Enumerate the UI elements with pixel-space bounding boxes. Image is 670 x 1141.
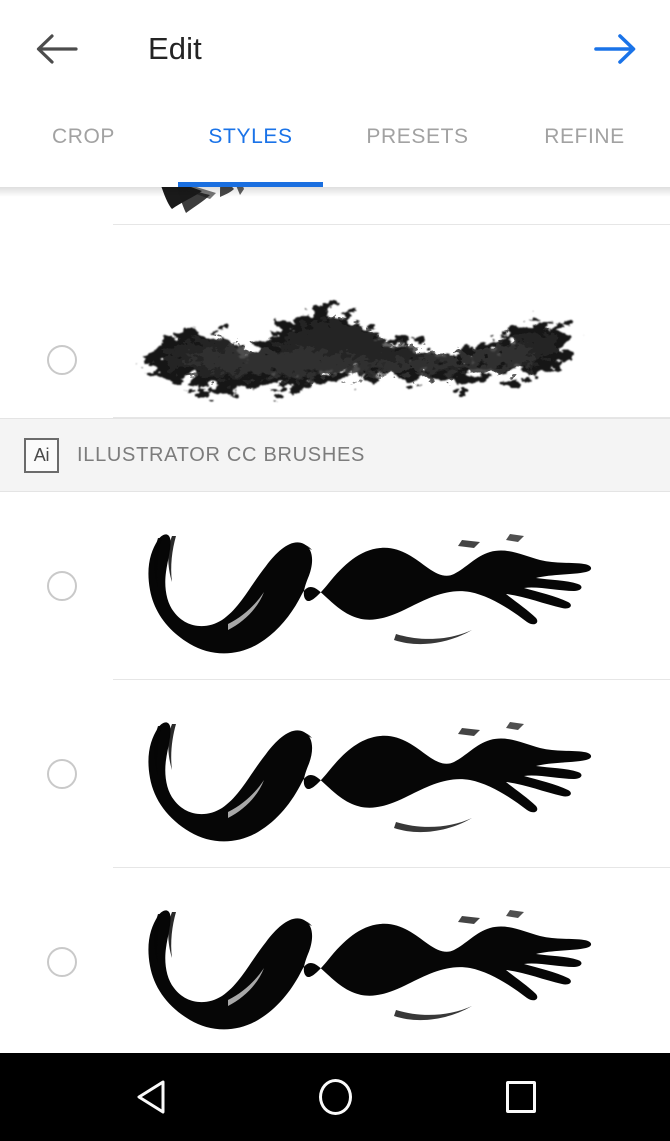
tab-bar: CROP STYLES PRESETS REFINE (0, 97, 670, 187)
list-item[interactable] (0, 187, 670, 225)
nav-recents-button[interactable] (436, 1053, 606, 1141)
back-triangle-icon (137, 1080, 165, 1114)
arrow-right-icon (594, 34, 636, 64)
tab-styles[interactable]: STYLES (167, 97, 334, 187)
illustrator-badge-text: Ai (33, 444, 50, 465)
tab-refine[interactable]: REFINE (501, 97, 668, 187)
android-nav-bar (0, 1053, 670, 1141)
tab-crop[interactable]: CROP (0, 97, 167, 187)
nav-back-button[interactable] (66, 1053, 236, 1141)
brush-preview-ai-3 (132, 888, 602, 1038)
tab-label: REFINE (544, 125, 625, 148)
section-header-illustrator: Ai ILLUSTRATOR CC BRUSHES (0, 418, 670, 492)
back-button[interactable] (26, 20, 88, 78)
arrow-left-icon (36, 34, 78, 64)
brush-radio-ai-3[interactable] (47, 947, 77, 977)
brush-radio-ai-1[interactable] (47, 571, 77, 601)
list-item[interactable] (0, 492, 670, 680)
active-tab-indicator (178, 182, 323, 187)
list-item[interactable] (0, 868, 670, 1053)
tab-label: CROP (51, 125, 116, 148)
brush-radio-charcoal[interactable] (47, 345, 77, 375)
brush-preview-ai-1 (132, 512, 602, 662)
tab-presets[interactable]: PRESETS (334, 97, 501, 187)
illustrator-icon: Ai (24, 437, 59, 473)
app-bar: Edit (0, 0, 670, 97)
section-title: ILLUSTRATOR CC BRUSHES (77, 443, 366, 466)
brush-preview-partial (150, 187, 290, 225)
forward-button[interactable] (584, 20, 646, 78)
page-title: Edit (148, 31, 202, 66)
tab-label: PRESETS (366, 125, 469, 148)
recents-square-icon (506, 1081, 536, 1113)
brush-style-list[interactable]: Ai ILLUSTRATOR CC BRUSHES (0, 187, 670, 1053)
list-item[interactable] (0, 680, 670, 868)
brush-preview-charcoal (126, 267, 586, 407)
section-header-row: Ai ILLUSTRATOR CC BRUSHES (0, 418, 670, 492)
tab-label: STYLES (208, 125, 293, 148)
nav-home-button[interactable] (250, 1053, 420, 1141)
brush-radio-ai-2[interactable] (47, 759, 77, 789)
home-circle-icon (318, 1079, 352, 1115)
list-item[interactable] (0, 225, 670, 418)
brush-preview-ai-2 (132, 700, 602, 850)
edit-screen: Edit CROP STYLES PRESETS REFINE Ai ILLUS… (0, 0, 670, 1141)
